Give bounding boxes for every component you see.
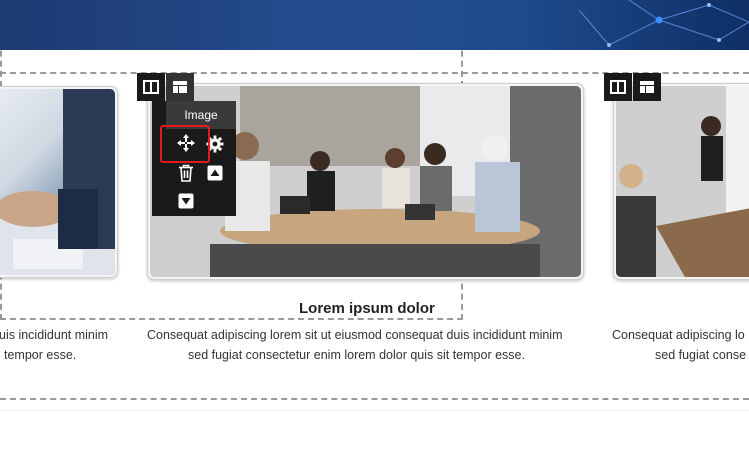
hero-banner	[0, 0, 749, 50]
card-right-image[interactable]	[613, 83, 749, 280]
delete-button[interactable]	[174, 161, 198, 185]
columns-icon	[610, 80, 626, 94]
section-divider	[0, 410, 749, 411]
card-center-title: Lorem ipsum dolor	[299, 300, 435, 317]
trash-icon	[179, 164, 193, 182]
move-icon-highlight	[160, 125, 210, 163]
column-toggle-button[interactable]	[137, 73, 165, 101]
card-center-text-2: sed fugiat consectetur enim lorem dolor …	[188, 348, 525, 362]
card-left-image[interactable]	[0, 86, 118, 278]
card-left-text-2: tempor esse.	[4, 348, 77, 362]
office-photo-left	[0, 89, 115, 275]
card-left-text-1: uis incididunt minim	[0, 328, 109, 342]
network-graphic-icon	[578, 0, 749, 47]
layout-icon	[640, 81, 654, 93]
layout-menu-button[interactable]	[166, 73, 194, 101]
layout-menu-button-right[interactable]	[633, 73, 661, 101]
move-down-button[interactable]	[174, 189, 198, 213]
caret-up-icon	[207, 165, 223, 181]
move-up-button[interactable]	[204, 161, 226, 185]
layout-icon	[173, 81, 187, 93]
card-right-text-2: sed fugiat conse	[655, 348, 747, 362]
caret-down-icon	[178, 193, 194, 209]
card-right-text-1: Consequat adipiscing lo	[612, 328, 745, 342]
card-center-text-1: Consequat adipiscing lorem sit ut eiusmo…	[147, 328, 563, 342]
office-photo-right	[616, 86, 749, 277]
columns-icon	[143, 80, 159, 94]
column-toggle-button-right[interactable]	[604, 73, 632, 101]
